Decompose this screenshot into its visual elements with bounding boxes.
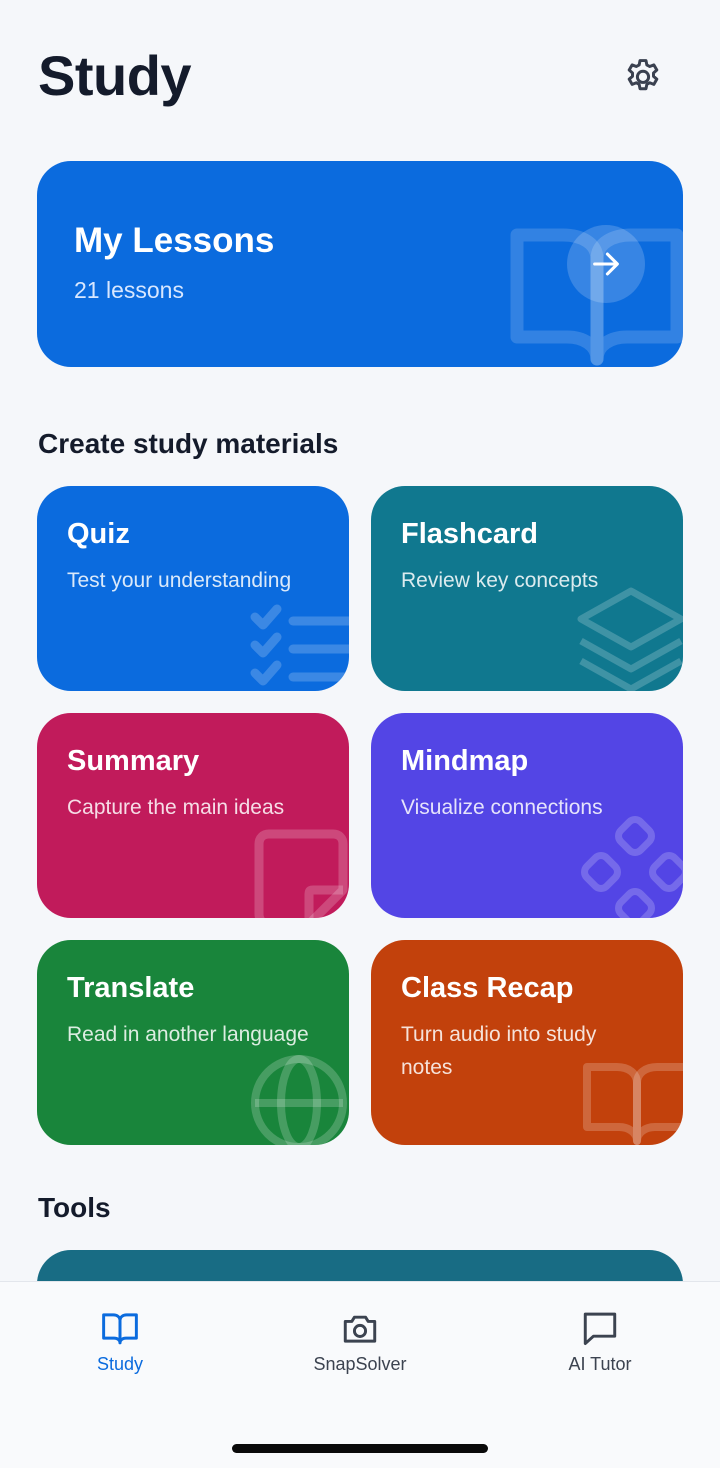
card-title: Summary [67, 745, 200, 777]
note-icon [254, 829, 348, 918]
settings-button[interactable] [620, 54, 666, 100]
class-recap-card[interactable]: Class Recap Turn audio into study notes [371, 940, 683, 1145]
arrow-right-icon [593, 252, 619, 276]
card-title: Quiz [67, 518, 130, 550]
card-title: Translate [67, 972, 195, 1004]
summary-card[interactable]: Summary Capture the main ideas [37, 713, 349, 918]
book-icon [583, 1063, 683, 1145]
translate-card[interactable]: Translate Read in another language [37, 940, 349, 1145]
card-title: Flashcard [401, 518, 538, 550]
nodes-icon [581, 816, 683, 918]
chat-icon [583, 1312, 617, 1346]
lessons-arrow-button[interactable] [567, 225, 645, 303]
my-lessons-card[interactable]: My Lessons 21 lessons [37, 161, 683, 367]
nav-item-ai-tutor[interactable]: AI Tutor [530, 1310, 670, 1384]
book-icon [102, 1313, 138, 1345]
bottom-nav: Study SnapSolver AI Tutor [0, 1281, 720, 1468]
home-indicator [232, 1444, 488, 1453]
card-subtitle: Capture the main ideas [67, 796, 285, 819]
quiz-card[interactable]: Quiz Test your understanding [37, 486, 349, 691]
nav-label: SnapSolver [313, 1354, 407, 1374]
tools-section-title: Tools [38, 1192, 111, 1223]
nav-label: Study [96, 1354, 144, 1374]
page-title: Study [38, 44, 192, 107]
create-section-title: Create study materials [38, 428, 339, 459]
card-title: Class Recap [401, 972, 574, 1004]
card-title: Mindmap [401, 745, 529, 777]
header: Study [38, 44, 682, 114]
lessons-count: 21 lessons [74, 277, 184, 303]
nav-item-study[interactable]: Study [50, 1310, 190, 1384]
nav-label: AI Tutor [568, 1354, 632, 1374]
nav-item-snapsolver[interactable]: SnapSolver [290, 1310, 430, 1384]
flashcard-card[interactable]: Flashcard Review key concepts [371, 486, 683, 691]
camera-icon [343, 1315, 377, 1343]
mindmap-card[interactable]: Mindmap Visualize connections [371, 713, 683, 918]
card-subtitle: Test your understanding [67, 569, 292, 592]
lessons-title: My Lessons [74, 221, 275, 260]
gear-icon [627, 59, 659, 91]
checklist-icon [250, 604, 349, 686]
globe-icon [251, 1055, 347, 1145]
layers-icon [577, 587, 683, 691]
